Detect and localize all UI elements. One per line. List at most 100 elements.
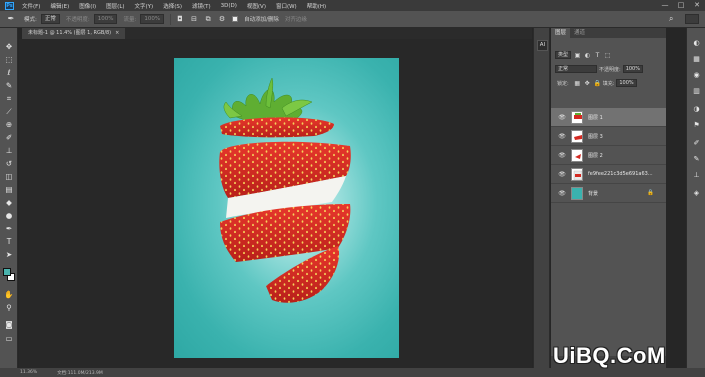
move-tool-icon[interactable]: ✥ — [3, 42, 15, 51]
strawberry-top-piece — [220, 117, 334, 138]
swatches-panel-icon[interactable]: ▦ — [691, 54, 702, 64]
visibility-eye-icon[interactable]: 👁 — [557, 190, 567, 197]
channels-panel-icon[interactable]: ◈ — [691, 188, 702, 198]
zoom-tool-icon[interactable]: ⚲ — [3, 303, 15, 312]
menu-3d[interactable]: 3D(D) — [216, 3, 242, 9]
menu-edit[interactable]: 编辑(E) — [45, 2, 74, 10]
ai-panel-icon[interactable]: AI — [537, 40, 548, 51]
lasso-tool-icon[interactable]: ℓ — [3, 68, 15, 77]
layer-opacity-field[interactable]: 100% — [622, 65, 643, 73]
flow-field[interactable]: 100% — [140, 14, 165, 24]
layer-row[interactable]: 👁 图层 1 — [551, 108, 666, 127]
blend-mode-select[interactable]: 正常 — [555, 65, 597, 73]
healing-brush-tool-icon[interactable]: ⊕ — [3, 120, 15, 129]
site-watermark: UiBQ.CoM — [553, 343, 666, 368]
lock-all-icon[interactable]: 🔒 — [594, 80, 601, 87]
history-brush-tool-icon[interactable]: ↺ — [3, 159, 15, 168]
menu-help[interactable]: 帮助(H) — [302, 2, 331, 10]
gear-icon[interactable]: ⚙ — [217, 14, 227, 24]
layer-row[interactable]: 👁 fe9fee221c3d5e691a63... — [551, 165, 666, 184]
menu-layer[interactable]: 图层(L) — [101, 2, 129, 10]
clone-source-icon[interactable]: ⊥ — [691, 170, 702, 180]
blur-tool-icon[interactable]: ◆ — [3, 198, 15, 207]
layer-name[interactable]: 图层 3 — [588, 133, 603, 140]
layer-name[interactable]: 背景 — [588, 190, 598, 197]
menu-view[interactable]: 视图(V) — [242, 2, 271, 10]
properties-panel-icon[interactable]: ⚑ — [691, 120, 702, 130]
panel-icons-column: ◐ ▦ ◉ ▥ ◑ ⚑ ✐ ✎ ⊥ ◈ — [686, 28, 705, 368]
search-icon[interactable]: ⌕ — [669, 14, 679, 24]
brush-settings-icon[interactable]: ✐ — [691, 138, 702, 148]
eyedropper-tool-icon[interactable]: ⟋ — [3, 107, 15, 116]
layer-thumbnail — [571, 186, 583, 200]
crop-tool-icon[interactable]: ⌗ — [3, 94, 15, 103]
menu-type[interactable]: 文字(Y) — [130, 2, 159, 10]
filter-shape-icon[interactable]: ⬚ — [604, 52, 611, 59]
lock-pixels-icon[interactable]: ▦ — [574, 80, 581, 87]
document-canvas[interactable] — [174, 58, 399, 358]
path-operations-icon[interactable]: ◘ — [175, 14, 185, 24]
menu-file[interactable]: 文件(F) — [17, 2, 45, 10]
workspace-switcher[interactable] — [685, 14, 699, 24]
libraries-panel-icon[interactable]: ▥ — [691, 86, 702, 96]
pen-tool-icon[interactable]: ✒ — [3, 224, 15, 233]
filter-type-icon[interactable]: T — [594, 52, 601, 59]
dodge-tool-icon[interactable]: ● — [3, 211, 15, 220]
layer-name[interactable]: fe9fee221c3d5e691a63... — [588, 171, 653, 177]
layer-name[interactable]: 图层 2 — [588, 152, 603, 159]
layer-thumbnail — [571, 129, 583, 143]
close-tab-icon[interactable]: × — [115, 28, 119, 39]
menu-image[interactable]: 图像(I) — [74, 2, 101, 10]
quick-mask-icon[interactable]: ◙ — [3, 320, 15, 329]
path-arrangement-icon[interactable]: ⧉ — [203, 14, 213, 24]
foreground-color-swatch[interactable] — [3, 268, 11, 276]
close-button[interactable]: ✕ — [693, 1, 701, 9]
document-tab-title: 未标题-1 @ 11.4% (图层 1, RGB/8) — [28, 30, 112, 36]
layers-panel-header: 图层 通道 — [551, 28, 666, 38]
mode-select[interactable]: 正常 — [40, 14, 60, 24]
auto-add-delete-checkbox[interactable] — [232, 16, 239, 22]
maximize-button[interactable]: □ — [677, 1, 685, 9]
tab-channels[interactable]: 通道 — [570, 28, 589, 38]
document-tab[interactable]: 未标题-1 @ 11.4% (图层 1, RGB/8) × — [22, 28, 126, 39]
clone-stamp-tool-icon[interactable]: ⊥ — [3, 146, 15, 155]
path-alignment-icon[interactable]: ⊟ — [189, 14, 199, 24]
brushes-panel-icon[interactable]: ✎ — [691, 154, 702, 164]
eraser-tool-icon[interactable]: ◫ — [3, 172, 15, 181]
color-panel-icon[interactable]: ◐ — [691, 38, 702, 48]
marquee-tool-icon[interactable]: ⬚ — [3, 55, 15, 64]
brush-tool-icon[interactable]: ✐ — [3, 133, 15, 142]
visibility-eye-icon[interactable]: 👁 — [557, 171, 567, 178]
filter-pixel-icon[interactable]: ▣ — [574, 52, 581, 59]
layer-name[interactable]: 图层 1 — [588, 114, 603, 121]
layer-opacity-label: 不透明度: — [599, 66, 621, 73]
menu-window[interactable]: 窗口(W) — [271, 2, 302, 10]
minimize-button[interactable]: — — [661, 1, 669, 9]
layer-row[interactable]: 👁 图层 3 — [551, 127, 666, 146]
adjustments-panel-icon[interactable]: ◑ — [691, 104, 702, 114]
layer-row[interactable]: 👁 图层 2 — [551, 146, 666, 165]
opacity-field[interactable]: 100% — [93, 14, 118, 24]
hand-tool-icon[interactable]: ✋ — [3, 290, 15, 299]
blend-row: 正常 不透明度: 100% — [555, 64, 643, 74]
menu-select[interactable]: 选择(S) — [158, 2, 187, 10]
pen-tool-icon[interactable]: ✒ — [4, 13, 18, 25]
visibility-eye-icon[interactable]: 👁 — [557, 133, 567, 140]
filter-adjustment-icon[interactable]: ◐ — [584, 52, 591, 59]
tab-layers[interactable]: 图层 — [551, 28, 571, 38]
layer-row[interactable]: 👁 背景 🔒 — [551, 184, 666, 203]
visibility-eye-icon[interactable]: 👁 — [557, 152, 567, 159]
type-tool-icon[interactable]: T — [3, 237, 15, 246]
fill-field[interactable]: 100% — [616, 79, 637, 87]
menu-filter[interactable]: 滤镜(T) — [187, 2, 216, 10]
screen-mode-icon[interactable]: ▭ — [3, 334, 15, 343]
zoom-level[interactable]: 11.36% — [20, 370, 37, 375]
document-info[interactable]: 文档:111.0M/213.9M — [57, 370, 103, 376]
learn-panel-icon[interactable]: ◉ — [691, 70, 702, 80]
gradient-tool-icon[interactable]: ▤ — [3, 185, 15, 194]
path-selection-tool-icon[interactable]: ➤ — [3, 250, 15, 259]
layer-kind-filter[interactable]: 类型 — [555, 51, 572, 59]
quick-select-tool-icon[interactable]: ✎ — [3, 81, 15, 90]
visibility-eye-icon[interactable]: 👁 — [557, 114, 567, 121]
lock-position-icon[interactable]: ✥ — [584, 80, 591, 87]
